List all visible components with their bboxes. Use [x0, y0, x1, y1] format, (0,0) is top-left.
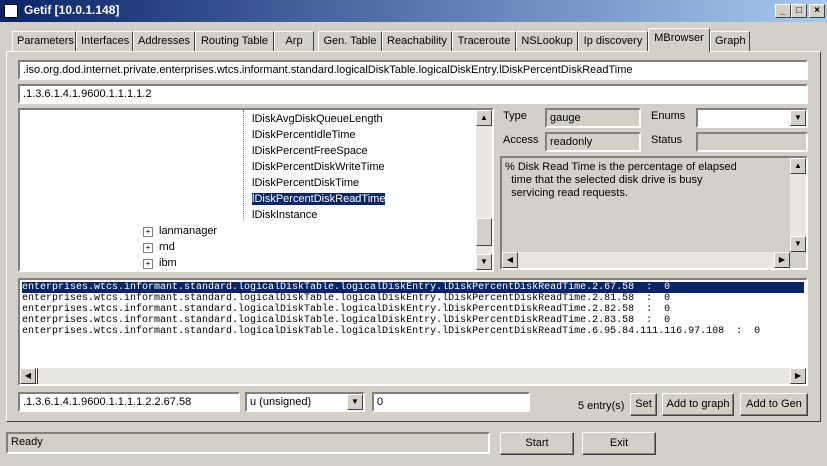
status-label: Status [651, 134, 683, 146]
result-row[interactable]: enterprises.wtcs.informant.standard.logi… [22, 315, 670, 326]
result-row[interactable]: enterprises.wtcs.informant.standard.logi… [22, 326, 760, 337]
expand-icon[interactable]: + [143, 227, 153, 237]
tree-folder[interactable]: ibm [159, 257, 177, 269]
result-row[interactable]: enterprises.wtcs.informant.standard.logi… [22, 293, 670, 304]
chevron-down-icon[interactable]: ▼ [347, 394, 363, 410]
minimize-button[interactable]: _ [775, 4, 791, 18]
add-to-gen-button[interactable]: Add to Gen [740, 393, 808, 416]
access-field: readonly [545, 132, 641, 152]
title-bar: Getif [10.0.1.148] _ □ × [0, 0, 827, 22]
access-label: Access [503, 134, 539, 146]
set-type-value: u (unsigned) [250, 396, 312, 408]
results-list[interactable]: enterprises.wtcs.informant.standard.logi… [18, 278, 808, 386]
app-icon [4, 4, 18, 18]
tree-item[interactable]: lDiskInstance [252, 209, 317, 221]
tab-reachability[interactable]: Reachability [382, 31, 452, 51]
description-text: % Disk Read Time is the percentage of el… [505, 161, 737, 199]
start-button[interactable]: Start [500, 432, 574, 455]
type-label: Type [503, 110, 527, 122]
tab-interfaces[interactable]: Interfaces [76, 31, 133, 51]
oid-name-field[interactable]: .iso.org.dod.internet.private.enterprise… [18, 60, 808, 80]
tab-mbrowser[interactable]: MBrowser [648, 28, 710, 52]
tab-parameters[interactable]: Parameters [12, 31, 76, 51]
scroll-up-icon[interactable]: ▲ [790, 158, 806, 174]
status-bar: Ready [6, 432, 490, 454]
tree-line [243, 110, 244, 220]
scroll-left-icon[interactable]: ◀ [20, 368, 36, 384]
add-to-graph-button[interactable]: Add to graph [662, 393, 734, 416]
type-field: gauge [545, 108, 641, 128]
tab-nslookup[interactable]: NSLookup [516, 31, 578, 51]
scroll-thumb[interactable] [36, 368, 38, 384]
enums-label: Enums [651, 110, 686, 122]
tree-item[interactable]: lDiskPercentDiskWriteTime [252, 161, 385, 173]
set-value-field[interactable]: 0 [372, 392, 530, 412]
oid-numeric-field[interactable]: .1.3.6.1.4.1.9600.1.1.1.1.2 [18, 84, 808, 104]
exit-button[interactable]: Exit [582, 432, 656, 455]
scroll-right-icon[interactable]: ▶ [774, 252, 790, 268]
status-field [696, 132, 808, 152]
tree-item[interactable]: lDiskPercentIdleTime [252, 129, 356, 141]
description-vscroll[interactable]: ▲ ▼ [790, 158, 806, 252]
tab-addresses[interactable]: Addresses [133, 31, 195, 51]
tree-folder[interactable]: rnd [159, 241, 175, 253]
scroll-left-icon[interactable]: ◀ [502, 252, 518, 268]
expand-icon[interactable]: + [143, 259, 153, 269]
tab-arp[interactable]: Arp [274, 31, 314, 51]
set-button[interactable]: Set [630, 393, 657, 416]
scroll-up-icon[interactable]: ▲ [476, 110, 492, 126]
tab-gen-table[interactable]: Gen. Table [318, 31, 382, 51]
tree-item[interactable]: lDiskAvgDiskQueueLength [252, 113, 383, 125]
results-hscroll[interactable]: ◀ ▶ [20, 368, 806, 384]
tab-graph[interactable]: Graph [710, 31, 750, 51]
scroll-right-icon[interactable]: ▶ [790, 368, 806, 384]
tab-ip-discovery[interactable]: Ip discovery [578, 31, 648, 51]
result-row-selected[interactable]: enterprises.wtcs.informant.standard.logi… [22, 282, 804, 293]
enums-select[interactable]: ▼ [696, 108, 808, 128]
entry-count: 5 entry(s) [578, 400, 625, 412]
description-box[interactable]: % Disk Read Time is the percentage of el… [500, 156, 808, 270]
result-row[interactable]: enterprises.wtcs.informant.standard.logi… [22, 304, 670, 315]
tree-folder[interactable]: lanmanager [159, 225, 217, 237]
mib-tree[interactable]: lDiskAvgDiskQueueLength lDiskPercentIdle… [18, 108, 494, 272]
close-button[interactable]: × [809, 4, 825, 18]
scroll-down-icon[interactable]: ▼ [790, 236, 806, 252]
window-title: Getif [10.0.1.148] [24, 3, 120, 17]
tree-item[interactable]: lDiskPercentFreeSpace [252, 145, 368, 157]
tab-routing-table[interactable]: Routing Table [195, 31, 274, 51]
tab-traceroute[interactable]: Traceroute [452, 31, 516, 51]
description-hscroll[interactable]: ◀ ▶ [502, 252, 790, 268]
set-oid-field[interactable]: .1.3.6.1.4.1.9600.1.1.1.1.2.2.67.58 [18, 392, 240, 412]
tree-item-selected[interactable]: lDiskPercentDiskReadTime [250, 192, 387, 206]
scroll-down-icon[interactable]: ▼ [476, 254, 492, 270]
tree-item[interactable]: lDiskPercentDiskTime [252, 177, 359, 189]
scroll-thumb[interactable] [476, 218, 492, 246]
maximize-button[interactable]: □ [791, 4, 807, 18]
set-type-select[interactable]: u (unsigned) ▼ [245, 392, 365, 412]
tree-scrollbar[interactable]: ▲ ▼ [476, 110, 492, 270]
chevron-down-icon[interactable]: ▼ [790, 110, 806, 126]
expand-icon[interactable]: + [143, 243, 153, 253]
